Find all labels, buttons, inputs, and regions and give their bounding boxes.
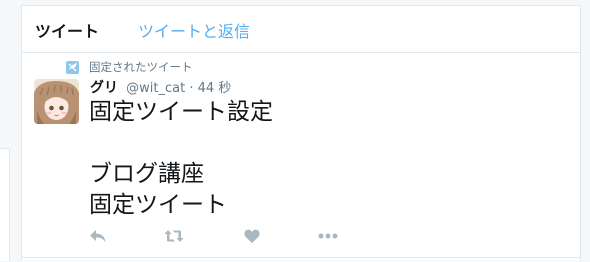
more-button[interactable]: [318, 227, 338, 245]
profile-timeline: ツイート ツイートと返信 固定されたツイート グリ @wit_cat · 44 …: [21, 5, 581, 261]
pin-icon: [66, 60, 79, 74]
tweet-header: グリ @wit_cat · 44 秒: [90, 77, 231, 97]
like-button[interactable]: [242, 227, 262, 245]
tweet-divider: [22, 257, 580, 258]
more-icon: [318, 233, 338, 239]
tweet-line: 固定ツイート設定: [89, 99, 273, 125]
pinned-indicator: 固定されたツイート: [66, 59, 193, 75]
tweet-timestamp[interactable]: · 44 秒: [189, 81, 231, 96]
side-panel-edge: [0, 148, 10, 261]
tweet-line: 固定ツイート: [89, 192, 227, 218]
tab-tweets[interactable]: ツイート: [35, 18, 99, 42]
retweet-icon: [164, 230, 184, 242]
reply-icon: [90, 230, 106, 242]
display-name[interactable]: グリ: [90, 80, 118, 96]
timeline-tabs: ツイート ツイートと返信: [22, 6, 580, 53]
tweet-text: 固定ツイート設定 ブログ講座 固定ツイート: [89, 97, 559, 221]
heart-icon: [244, 229, 260, 243]
tweet-line: ブログ講座: [89, 161, 204, 187]
pinned-label: 固定されたツイート: [89, 60, 193, 74]
user-handle[interactable]: @wit_cat: [126, 81, 185, 96]
tab-tweets-and-replies[interactable]: ツイートと返信: [138, 18, 250, 42]
reply-button[interactable]: [88, 227, 108, 245]
avatar[interactable]: [34, 79, 79, 124]
retweet-button[interactable]: [164, 227, 184, 245]
tweet-line: [89, 128, 559, 159]
